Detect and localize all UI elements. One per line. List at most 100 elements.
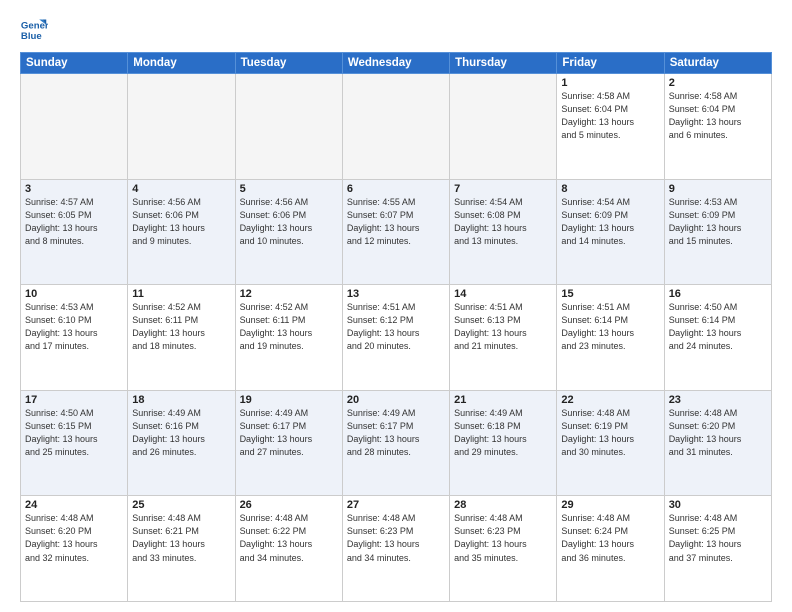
calendar-cell — [128, 74, 235, 180]
day-number: 11 — [132, 288, 230, 300]
day-info: Sunrise: 4:54 AM Sunset: 6:08 PM Dayligh… — [454, 196, 552, 248]
calendar-cell — [235, 74, 342, 180]
day-number: 19 — [240, 394, 338, 406]
day-info: Sunrise: 4:48 AM Sunset: 6:20 PM Dayligh… — [669, 407, 767, 459]
day-info: Sunrise: 4:52 AM Sunset: 6:11 PM Dayligh… — [132, 301, 230, 353]
calendar-cell: 23Sunrise: 4:48 AM Sunset: 6:20 PM Dayli… — [664, 390, 771, 496]
calendar-cell: 13Sunrise: 4:51 AM Sunset: 6:12 PM Dayli… — [342, 285, 449, 391]
day-number: 28 — [454, 499, 552, 511]
calendar-cell: 18Sunrise: 4:49 AM Sunset: 6:16 PM Dayli… — [128, 390, 235, 496]
weekday-header-saturday: Saturday — [664, 53, 771, 74]
logo: General Blue — [20, 16, 52, 44]
day-info: Sunrise: 4:50 AM Sunset: 6:14 PM Dayligh… — [669, 301, 767, 353]
day-info: Sunrise: 4:48 AM Sunset: 6:20 PM Dayligh… — [25, 512, 123, 564]
day-info: Sunrise: 4:53 AM Sunset: 6:10 PM Dayligh… — [25, 301, 123, 353]
day-number: 15 — [561, 288, 659, 300]
day-number: 1 — [561, 77, 659, 89]
calendar-cell: 24Sunrise: 4:48 AM Sunset: 6:20 PM Dayli… — [21, 496, 128, 602]
day-info: Sunrise: 4:48 AM Sunset: 6:24 PM Dayligh… — [561, 512, 659, 564]
calendar-cell — [450, 74, 557, 180]
calendar-cell: 6Sunrise: 4:55 AM Sunset: 6:07 PM Daylig… — [342, 179, 449, 285]
day-info: Sunrise: 4:57 AM Sunset: 6:05 PM Dayligh… — [25, 196, 123, 248]
calendar-cell: 25Sunrise: 4:48 AM Sunset: 6:21 PM Dayli… — [128, 496, 235, 602]
weekday-header-tuesday: Tuesday — [235, 53, 342, 74]
calendar-cell: 14Sunrise: 4:51 AM Sunset: 6:13 PM Dayli… — [450, 285, 557, 391]
calendar-cell: 5Sunrise: 4:56 AM Sunset: 6:06 PM Daylig… — [235, 179, 342, 285]
day-number: 29 — [561, 499, 659, 511]
day-number: 14 — [454, 288, 552, 300]
day-number: 20 — [347, 394, 445, 406]
calendar-cell — [21, 74, 128, 180]
calendar-cell: 1Sunrise: 4:58 AM Sunset: 6:04 PM Daylig… — [557, 74, 664, 180]
day-info: Sunrise: 4:48 AM Sunset: 6:23 PM Dayligh… — [347, 512, 445, 564]
weekday-header-row: SundayMondayTuesdayWednesdayThursdayFrid… — [21, 53, 772, 74]
day-info: Sunrise: 4:58 AM Sunset: 6:04 PM Dayligh… — [669, 90, 767, 142]
calendar-cell: 10Sunrise: 4:53 AM Sunset: 6:10 PM Dayli… — [21, 285, 128, 391]
page: General Blue SundayMondayTuesdayWednesda… — [0, 0, 792, 612]
week-row-5: 24Sunrise: 4:48 AM Sunset: 6:20 PM Dayli… — [21, 496, 772, 602]
calendar-cell: 7Sunrise: 4:54 AM Sunset: 6:08 PM Daylig… — [450, 179, 557, 285]
header: General Blue — [20, 16, 772, 44]
week-row-2: 3Sunrise: 4:57 AM Sunset: 6:05 PM Daylig… — [21, 179, 772, 285]
day-info: Sunrise: 4:54 AM Sunset: 6:09 PM Dayligh… — [561, 196, 659, 248]
day-info: Sunrise: 4:48 AM Sunset: 6:21 PM Dayligh… — [132, 512, 230, 564]
calendar-cell: 19Sunrise: 4:49 AM Sunset: 6:17 PM Dayli… — [235, 390, 342, 496]
day-number: 2 — [669, 77, 767, 89]
day-info: Sunrise: 4:48 AM Sunset: 6:19 PM Dayligh… — [561, 407, 659, 459]
day-number: 27 — [347, 499, 445, 511]
day-info: Sunrise: 4:51 AM Sunset: 6:14 PM Dayligh… — [561, 301, 659, 353]
calendar-cell: 4Sunrise: 4:56 AM Sunset: 6:06 PM Daylig… — [128, 179, 235, 285]
day-info: Sunrise: 4:55 AM Sunset: 6:07 PM Dayligh… — [347, 196, 445, 248]
day-number: 10 — [25, 288, 123, 300]
day-info: Sunrise: 4:56 AM Sunset: 6:06 PM Dayligh… — [240, 196, 338, 248]
day-info: Sunrise: 4:56 AM Sunset: 6:06 PM Dayligh… — [132, 196, 230, 248]
svg-text:Blue: Blue — [21, 31, 42, 42]
calendar-cell: 22Sunrise: 4:48 AM Sunset: 6:19 PM Dayli… — [557, 390, 664, 496]
calendar-cell: 9Sunrise: 4:53 AM Sunset: 6:09 PM Daylig… — [664, 179, 771, 285]
logo-icon: General Blue — [20, 16, 48, 44]
day-info: Sunrise: 4:49 AM Sunset: 6:18 PM Dayligh… — [454, 407, 552, 459]
day-info: Sunrise: 4:48 AM Sunset: 6:22 PM Dayligh… — [240, 512, 338, 564]
day-number: 17 — [25, 394, 123, 406]
day-info: Sunrise: 4:51 AM Sunset: 6:13 PM Dayligh… — [454, 301, 552, 353]
day-number: 5 — [240, 183, 338, 195]
day-number: 21 — [454, 394, 552, 406]
day-info: Sunrise: 4:49 AM Sunset: 6:16 PM Dayligh… — [132, 407, 230, 459]
calendar-cell: 11Sunrise: 4:52 AM Sunset: 6:11 PM Dayli… — [128, 285, 235, 391]
calendar-cell: 3Sunrise: 4:57 AM Sunset: 6:05 PM Daylig… — [21, 179, 128, 285]
weekday-header-monday: Monday — [128, 53, 235, 74]
day-info: Sunrise: 4:48 AM Sunset: 6:25 PM Dayligh… — [669, 512, 767, 564]
calendar-cell: 20Sunrise: 4:49 AM Sunset: 6:17 PM Dayli… — [342, 390, 449, 496]
day-number: 13 — [347, 288, 445, 300]
day-number: 23 — [669, 394, 767, 406]
weekday-header-wednesday: Wednesday — [342, 53, 449, 74]
day-number: 8 — [561, 183, 659, 195]
day-number: 18 — [132, 394, 230, 406]
calendar-cell: 29Sunrise: 4:48 AM Sunset: 6:24 PM Dayli… — [557, 496, 664, 602]
day-info: Sunrise: 4:58 AM Sunset: 6:04 PM Dayligh… — [561, 90, 659, 142]
calendar-cell: 27Sunrise: 4:48 AM Sunset: 6:23 PM Dayli… — [342, 496, 449, 602]
calendar-cell: 17Sunrise: 4:50 AM Sunset: 6:15 PM Dayli… — [21, 390, 128, 496]
day-number: 22 — [561, 394, 659, 406]
calendar-cell: 16Sunrise: 4:50 AM Sunset: 6:14 PM Dayli… — [664, 285, 771, 391]
calendar: SundayMondayTuesdayWednesdayThursdayFrid… — [20, 52, 772, 602]
day-info: Sunrise: 4:51 AM Sunset: 6:12 PM Dayligh… — [347, 301, 445, 353]
day-number: 9 — [669, 183, 767, 195]
day-info: Sunrise: 4:49 AM Sunset: 6:17 PM Dayligh… — [240, 407, 338, 459]
day-info: Sunrise: 4:50 AM Sunset: 6:15 PM Dayligh… — [25, 407, 123, 459]
calendar-cell: 21Sunrise: 4:49 AM Sunset: 6:18 PM Dayli… — [450, 390, 557, 496]
week-row-4: 17Sunrise: 4:50 AM Sunset: 6:15 PM Dayli… — [21, 390, 772, 496]
calendar-cell — [342, 74, 449, 180]
calendar-cell: 15Sunrise: 4:51 AM Sunset: 6:14 PM Dayli… — [557, 285, 664, 391]
day-number: 30 — [669, 499, 767, 511]
day-number: 25 — [132, 499, 230, 511]
calendar-cell: 8Sunrise: 4:54 AM Sunset: 6:09 PM Daylig… — [557, 179, 664, 285]
day-number: 4 — [132, 183, 230, 195]
calendar-cell: 2Sunrise: 4:58 AM Sunset: 6:04 PM Daylig… — [664, 74, 771, 180]
day-info: Sunrise: 4:52 AM Sunset: 6:11 PM Dayligh… — [240, 301, 338, 353]
day-info: Sunrise: 4:49 AM Sunset: 6:17 PM Dayligh… — [347, 407, 445, 459]
week-row-3: 10Sunrise: 4:53 AM Sunset: 6:10 PM Dayli… — [21, 285, 772, 391]
day-info: Sunrise: 4:53 AM Sunset: 6:09 PM Dayligh… — [669, 196, 767, 248]
day-number: 3 — [25, 183, 123, 195]
calendar-cell: 26Sunrise: 4:48 AM Sunset: 6:22 PM Dayli… — [235, 496, 342, 602]
